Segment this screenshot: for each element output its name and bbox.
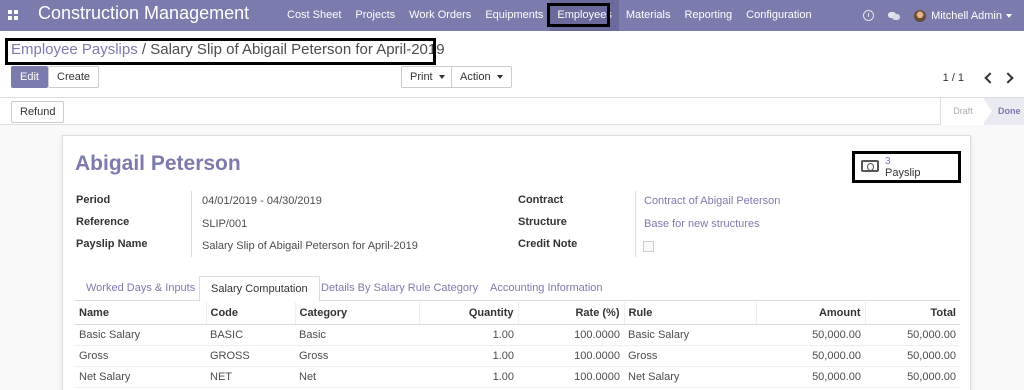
cell-rule: Net Salary <box>624 366 756 388</box>
salary-computation-table: Name Code Category Quantity Rate (%) Rul… <box>75 302 960 388</box>
tab-accounting-information[interactable]: Accounting Information <box>479 276 614 301</box>
table-row[interactable]: Gross GROSS Gross 1.00 100.0000 Gross 50… <box>75 345 960 367</box>
col-name-header[interactable]: Name <box>75 302 207 325</box>
credit-note-checkbox[interactable] <box>643 241 654 252</box>
stage-draft[interactable]: Draft <box>940 98 985 125</box>
refund-button[interactable]: Refund <box>11 101 65 123</box>
form-sheet: Abigail Peterson 3 Payslip Period 04/01/… <box>62 135 971 390</box>
table-row[interactable]: Basic Salary BASIC Basic 1.00 100.0000 B… <box>75 324 960 346</box>
employees-highlight-box <box>547 3 610 27</box>
cell-name: Gross <box>75 345 206 367</box>
cell-rule: Gross <box>624 345 756 367</box>
period-label: Period <box>76 194 111 206</box>
menu-item-configuration[interactable]: Configuration <box>739 0 818 31</box>
user-menu[interactable]: Mitchell Admin <box>931 10 1002 22</box>
pager-value[interactable]: 1 / 1 <box>943 72 964 84</box>
contract-link[interactable]: Contract of Abigail Peterson <box>644 195 780 207</box>
payslip-label: Payslip <box>885 167 921 179</box>
cell-category: Net <box>295 366 419 388</box>
col-category-header[interactable]: Category <box>295 302 420 325</box>
menu-item-reporting[interactable]: Reporting <box>677 0 739 31</box>
cell-quantity: 1.00 <box>419 345 518 367</box>
table-header-row: Name Code Category Quantity Rate (%) Rul… <box>75 302 960 325</box>
cell-amount: 50,000.00 <box>756 366 865 388</box>
structure-label: Structure <box>518 216 567 228</box>
caret-down-icon <box>496 75 503 80</box>
money-icon <box>861 160 879 172</box>
payslip-name-label: Payslip Name <box>76 238 148 250</box>
control-panel: Employee Payslips / Salary Slip of Abiga… <box>0 31 1024 98</box>
cell-rate: 100.0000 <box>518 366 624 388</box>
chevron-down-icon[interactable] <box>1006 13 1012 18</box>
stage-arrow <box>983 98 992 124</box>
period-value[interactable]: 04/01/2019 - 04/30/2019 <box>202 195 322 207</box>
breadcrumb-highlight-box <box>5 38 436 65</box>
edit-button[interactable]: Edit <box>11 66 48 88</box>
chat-icon[interactable] <box>888 10 901 22</box>
cell-rate: 100.0000 <box>518 324 624 346</box>
chevron-right-icon[interactable] <box>1002 72 1014 84</box>
cell-name: Net Salary <box>75 366 206 388</box>
cell-total: 50,000.00 <box>865 366 960 388</box>
credit-note-label: Credit Note <box>518 238 578 250</box>
avatar[interactable] <box>914 9 927 22</box>
tab-worked-days-inputs[interactable]: Worked Days & Inputs <box>75 276 206 301</box>
status-bar: Refund Draft Done <box>0 98 1024 125</box>
action-label: Action <box>460 71 491 83</box>
col-total-header[interactable]: Total <box>865 302 960 325</box>
menu-item-materials[interactable]: Materials <box>619 0 678 31</box>
structure-link[interactable]: Base for new structures <box>644 218 760 230</box>
cell-quantity: 1.00 <box>419 366 518 388</box>
clock-icon[interactable] <box>863 10 875 21</box>
chevron-left-icon[interactable] <box>984 72 996 84</box>
create-button[interactable]: Create <box>48 66 100 88</box>
payslip-count: 3 <box>885 156 891 167</box>
col-amount-header[interactable]: Amount <box>756 302 866 325</box>
payslip-smart-button[interactable]: 3 Payslip <box>852 151 961 183</box>
table-row[interactable]: Net Salary NET Net 1.00 100.0000 Net Sal… <box>75 366 960 388</box>
menu-item-equipments[interactable]: Equipments <box>478 0 550 31</box>
menu-item-cost-sheet[interactable]: Cost Sheet <box>280 0 348 31</box>
cell-total: 50,000.00 <box>865 345 960 367</box>
cell-amount: 50,000.00 <box>756 345 865 367</box>
notebook-tabs: Worked Days & Inputs Salary Computation … <box>75 276 960 302</box>
cell-total: 50,000.00 <box>865 324 960 346</box>
print-label: Print <box>410 71 433 83</box>
reference-label: Reference <box>76 216 130 228</box>
cell-code: NET <box>206 366 295 388</box>
cell-code: BASIC <box>206 324 295 346</box>
cell-rule: Basic Salary <box>624 324 756 346</box>
cell-category: Basic <box>295 324 419 346</box>
print-button[interactable]: Print <box>401 66 454 88</box>
payslip-name-value[interactable]: Salary Slip of Abigail Peterson for Apri… <box>202 240 418 252</box>
employee-name: Abigail Peterson <box>75 152 241 175</box>
cell-code: GROSS <box>206 345 295 367</box>
cell-amount: 50,000.00 <box>756 324 865 346</box>
col-code-header[interactable]: Code <box>206 302 296 325</box>
contract-label: Contract <box>518 194 564 206</box>
col-rate-header[interactable]: Rate (%) <box>518 302 625 325</box>
tab-details-by-salary-rule-category[interactable]: Details By Salary Rule Category <box>310 276 489 301</box>
navbar-systray: Mitchell Admin <box>863 0 1024 31</box>
menu-item-work-orders[interactable]: Work Orders <box>402 0 478 31</box>
top-navbar: Construction Management Cost Sheet Proje… <box>0 0 1024 31</box>
field-divider <box>635 191 636 257</box>
tab-salary-computation[interactable]: Salary Computation <box>199 276 320 302</box>
cell-category: Gross <box>295 345 419 367</box>
cell-name: Basic Salary <box>75 324 206 346</box>
app-title[interactable]: Construction Management <box>38 3 249 24</box>
col-quantity-header[interactable]: Quantity <box>419 302 519 325</box>
apps-icon[interactable] <box>8 10 18 20</box>
reference-value[interactable]: SLIP/001 <box>202 218 247 230</box>
col-rule-header[interactable]: Rule <box>624 302 757 325</box>
cell-rate: 100.0000 <box>518 345 624 367</box>
menu-item-projects[interactable]: Projects <box>348 0 402 31</box>
cell-quantity: 1.00 <box>419 324 518 346</box>
caret-down-icon <box>438 75 445 80</box>
action-button[interactable]: Action <box>451 66 512 88</box>
field-divider <box>191 191 192 257</box>
